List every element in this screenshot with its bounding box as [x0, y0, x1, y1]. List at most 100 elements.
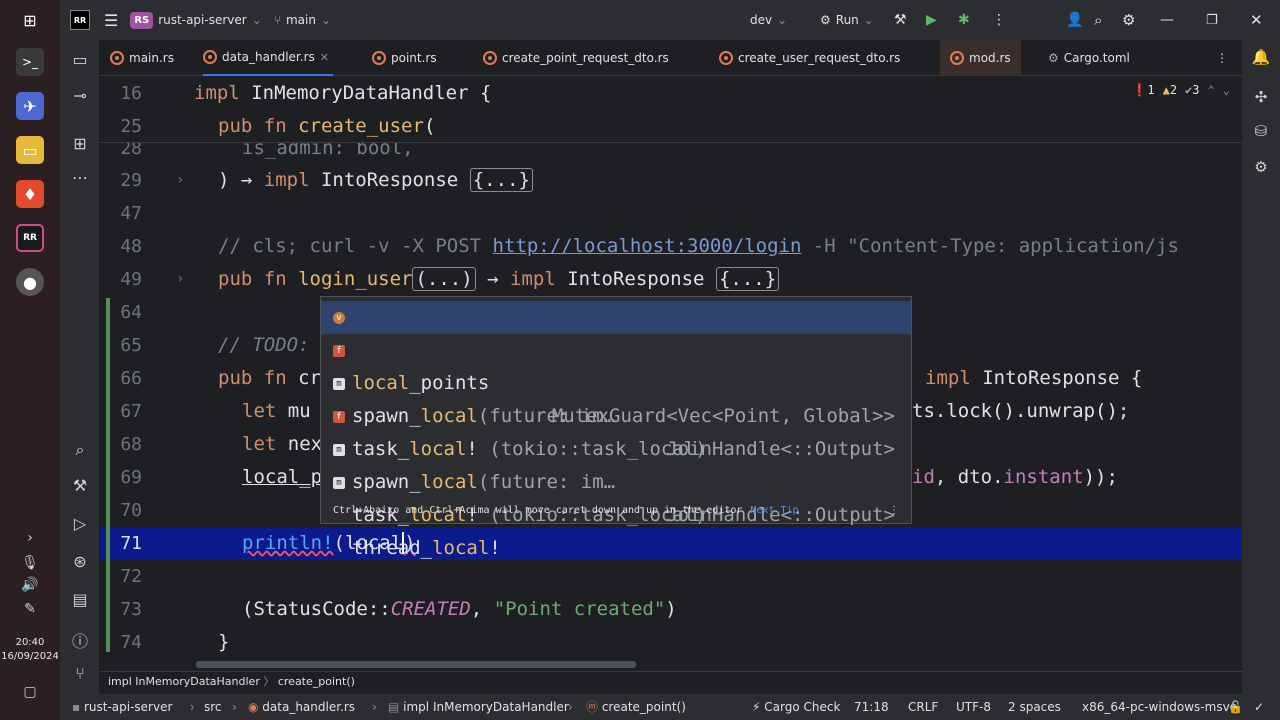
- sticky-line[interactable]: 16 impl InMemoryDataHandler {: [100, 77, 1242, 110]
- horizontal-scrollbar[interactable]: [196, 661, 636, 668]
- search-icon[interactable]: ⌕: [1094, 11, 1102, 29]
- status-impl[interactable]: ▤ impl InMemoryDataHandler: [388, 694, 569, 720]
- add-user-icon[interactable]: 👤: [1066, 12, 1083, 28]
- vcs-change-marker[interactable]: [106, 298, 110, 652]
- build-hammer-icon[interactable]: ⚒: [894, 12, 907, 28]
- commit-icon[interactable]: ⊸: [60, 86, 100, 105]
- line-separator[interactable]: CRLF: [908, 694, 938, 720]
- minimize-icon[interactable]: —: [1160, 12, 1174, 28]
- tab-mod-rs[interactable]: mod.rs: [940, 40, 1021, 76]
- problems-icon[interactable]: ⓘ: [60, 628, 100, 652]
- pen-icon[interactable]: ✎: [0, 601, 60, 617]
- chevron-down-icon: ⌄: [863, 13, 874, 27]
- rust-file-icon: [950, 51, 964, 65]
- brave-browser-icon[interactable]: ♦: [16, 180, 44, 208]
- code-line: 47: [120, 203, 142, 224]
- completion-item[interactable]: m task_local! (tokio::task_local): [321, 367, 911, 460]
- variable-icon: v: [333, 312, 345, 324]
- lock-icon[interactable]: 🔓: [1228, 694, 1243, 720]
- windows-start-icon[interactable]: ⊞: [16, 6, 44, 34]
- find-icon[interactable]: ⌕: [60, 440, 100, 460]
- settings-gear-icon[interactable]: ⚙: [1122, 11, 1135, 29]
- taskbar-clock[interactable]: 20:40 16/09/2024: [0, 636, 60, 664]
- database-icon[interactable]: ⛁: [1242, 122, 1280, 140]
- notifications-bell-icon[interactable]: 🔔: [1242, 48, 1280, 66]
- folded-block[interactable]: {...}: [469, 168, 533, 192]
- tab-cargo-toml[interactable]: ⚙ Cargo.toml: [1048, 40, 1130, 76]
- branch-selector[interactable]: ⑂ main ⌄: [274, 13, 331, 27]
- fold-arrow-icon[interactable]: ›: [176, 263, 184, 296]
- breadcrumb-separator: ›: [190, 700, 195, 714]
- breadcrumb-function[interactable]: create_point(): [278, 675, 355, 688]
- git-icon[interactable]: ⑂: [60, 664, 100, 683]
- main-menu-icon[interactable]: ☰: [104, 11, 118, 30]
- status-project[interactable]: ▪ rust-api-server: [72, 694, 172, 720]
- module-icon: ▪: [72, 700, 84, 714]
- microphone-icon[interactable]: 🎙: [0, 555, 60, 571]
- more-options-icon[interactable]: ⋮: [889, 499, 899, 523]
- rust-tool-icon[interactable]: ⚙: [1242, 158, 1280, 176]
- inspection-widget[interactable]: ❗1 ▲2 ✔3 ⌃ ⌄: [1132, 83, 1230, 97]
- completion-item[interactable]: f spawn_local(future: im… JoinHandle<::O…: [321, 334, 911, 460]
- function-icon: ⓜ: [586, 700, 602, 714]
- restore-icon[interactable]: ❐: [1206, 13, 1218, 28]
- completion-item[interactable]: f spawn_local(future: im… JoinHandle<::O…: [321, 400, 911, 526]
- tab-actions-menu[interactable]: ⋮: [1216, 40, 1228, 76]
- debug-bug-icon[interactable]: ✱: [958, 12, 970, 28]
- status-fn[interactable]: ⓜ create_point(): [586, 694, 686, 720]
- tab-point-rs[interactable]: point.rs: [372, 40, 437, 76]
- chevron-right-icon[interactable]: ›: [0, 530, 60, 546]
- ai-assistant-icon[interactable]: ✣: [1242, 88, 1280, 106]
- sticky-line[interactable]: 25 pub fn create_user(: [100, 110, 1242, 143]
- project-selector[interactable]: RS rust-api-server ⌄: [130, 11, 262, 29]
- rust-icon: ⚙: [820, 13, 831, 27]
- breadcrumb-impl[interactable]: impl InMemoryDataHandler: [108, 675, 260, 688]
- structure-icon[interactable]: ⊞: [60, 134, 100, 153]
- ide-title-bar: RR ☰ RS rust-api-server ⌄ ⑂ main ⌄ dev ⌄…: [60, 0, 1280, 40]
- next-tip-link[interactable]: Next Tip: [750, 505, 798, 516]
- more-options-icon[interactable]: ⋮: [992, 12, 1006, 28]
- project-folder-icon[interactable]: ▭: [60, 50, 100, 69]
- caret-position[interactable]: 71:18: [854, 694, 889, 720]
- file-encoding[interactable]: UTF-8: [956, 694, 991, 720]
- run-config-selector[interactable]: dev ⌄: [750, 13, 787, 27]
- file-explorer-icon[interactable]: ▭: [16, 136, 44, 164]
- tab-main-rs[interactable]: main.rs: [110, 40, 174, 76]
- terminal-app-icon[interactable]: >_: [16, 48, 44, 76]
- run-widget[interactable]: ⚙ Run ⌄: [820, 13, 874, 27]
- indent-setting[interactable]: 2 spaces: [1008, 694, 1061, 720]
- build-icon[interactable]: ⚒: [60, 476, 100, 495]
- speaker-icon[interactable]: 🔊: [0, 577, 60, 593]
- tab-create-point-request-dto-rs[interactable]: create_point_request_dto.rs: [483, 40, 669, 76]
- more-tools-icon[interactable]: ⋯: [60, 168, 100, 187]
- status-file[interactable]: ◉ data_handler.rs: [248, 694, 355, 720]
- close-tab-icon[interactable]: ✕: [320, 51, 329, 64]
- recorder-app-icon[interactable]: ●: [16, 268, 44, 296]
- completion-item[interactable]: m thread_local!: [321, 466, 911, 559]
- fold-arrow-icon[interactable]: ›: [176, 164, 184, 197]
- services-icon[interactable]: ⊛: [60, 552, 100, 571]
- code-link[interactable]: http://localhost:3000/login: [493, 235, 802, 257]
- completion-footer: Ctrl+Abaixo and Ctrl+Acima will move car…: [321, 499, 911, 523]
- run-play-icon[interactable]: ▶: [926, 12, 937, 28]
- toolchain[interactable]: x86_64-pc-windows-msvc: [1082, 694, 1236, 720]
- chevron-down-icon[interactable]: ⌄: [1223, 83, 1230, 97]
- status-src[interactable]: src: [204, 694, 222, 720]
- project-name: rust-api-server: [158, 13, 247, 27]
- tab-create-user-request-dto-rs[interactable]: create_user_request_dto.rs: [719, 40, 900, 76]
- code-line: 29 ›) → impl IntoResponse {...}: [100, 164, 1242, 197]
- chevron-down-icon: ⌄: [320, 13, 332, 27]
- close-window-icon[interactable]: ✕: [1250, 11, 1263, 29]
- run-icon[interactable]: ▷: [60, 514, 100, 533]
- completion-item[interactable]: v local_points MutexGuard<Vec<Point, Glo…: [321, 301, 911, 427]
- sticky-scroll-header[interactable]: 16 impl InMemoryDataHandler { 25 pub fn cr…: [100, 77, 1242, 143]
- rustrover-app-icon[interactable]: RR: [16, 224, 44, 252]
- ai-icon[interactable]: ✓: [1254, 694, 1264, 720]
- tab-data-handler-rs[interactable]: data_handler.rs ✕: [203, 40, 333, 76]
- chevron-up-icon[interactable]: ⌃: [1208, 83, 1215, 97]
- satellite-app-icon[interactable]: ✈: [16, 92, 44, 120]
- cargo-check-widget[interactable]: ⚡ Cargo Check: [752, 694, 840, 720]
- completion-item[interactable]: m task_local! (tokio::task_local): [321, 433, 911, 526]
- terminal-icon[interactable]: ▤: [60, 590, 100, 609]
- notification-icon[interactable]: ▢: [0, 684, 60, 700]
